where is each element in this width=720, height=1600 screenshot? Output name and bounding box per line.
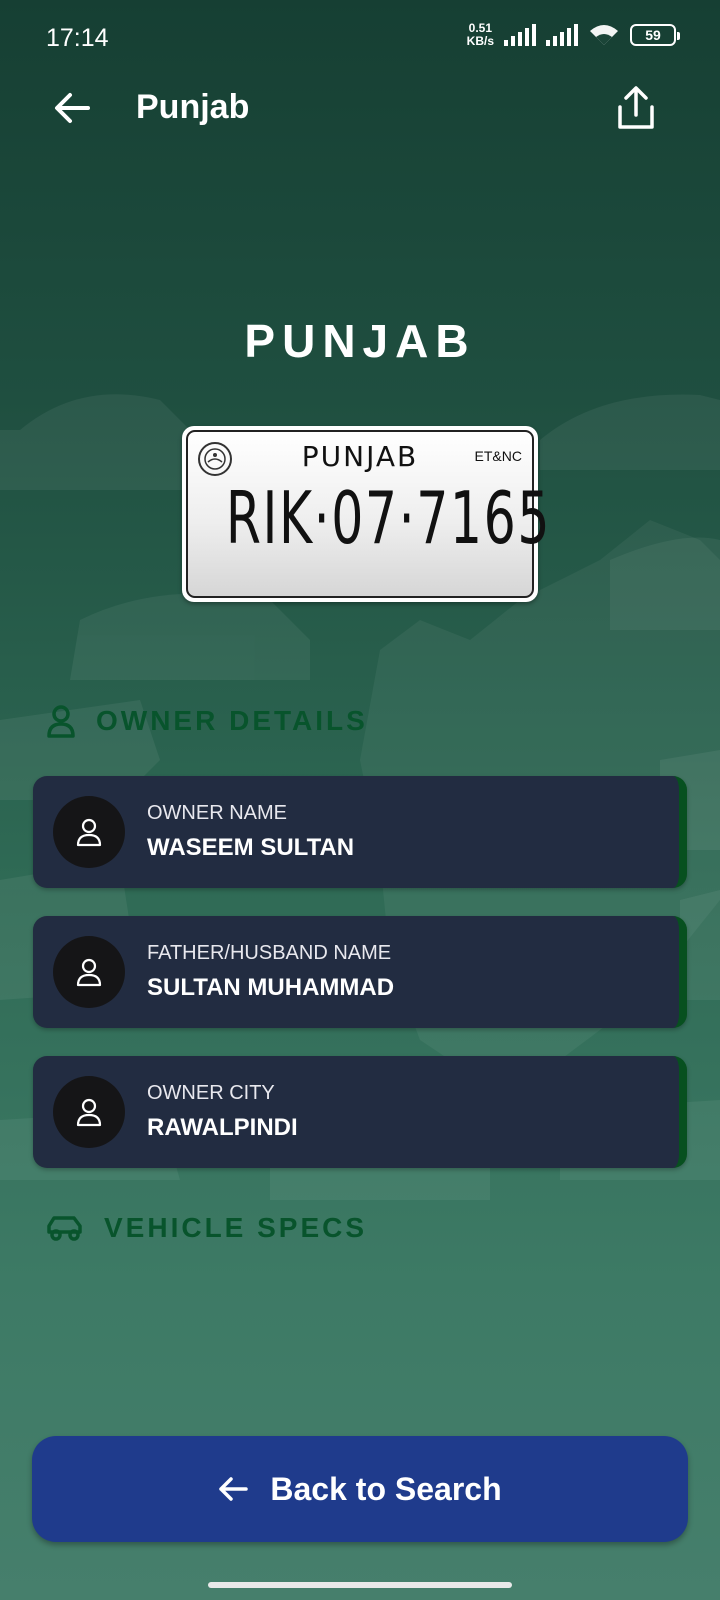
father-husband-name-value: SULTAN MUHAMMAD [147, 974, 395, 1001]
back-button[interactable] [46, 82, 98, 134]
arrow-left-icon [219, 1477, 249, 1501]
owner-name-card: OWNER NAME WASEEM SULTAN [33, 776, 687, 888]
status-bar: 17:14 0.51 KB/s 59 [0, 0, 720, 72]
avatar [53, 936, 125, 1008]
home-indicator[interactable] [208, 1582, 512, 1588]
user-icon [76, 1098, 102, 1127]
province-title: PUNJAB [244, 315, 476, 367]
owner-details-title: OWNER DETAILS [96, 705, 368, 736]
wifi-icon [590, 25, 618, 45]
plate-tag: ET&NC [474, 448, 522, 464]
share-button[interactable] [608, 80, 664, 136]
battery-level: 59 [645, 27, 661, 43]
app-bar: Punjab [0, 72, 720, 148]
avatar [53, 796, 125, 868]
status-icons: 0.51 KB/s 59 [467, 22, 680, 48]
battery-icon: 59 [630, 24, 680, 46]
owner-details-header: OWNER DETAILS [46, 704, 368, 738]
signal-icon-2 [546, 24, 578, 46]
father-husband-name-label: FATHER/HUSBAND NAME [147, 942, 392, 964]
arrow-left-icon [55, 93, 90, 123]
network-speed-unit: KB/s [466, 34, 494, 48]
plate-number: RIK·07·7165 [225, 476, 552, 560]
status-time: 17:14 [46, 24, 109, 52]
car-icon [47, 1216, 82, 1241]
owner-city-label: OWNER CITY [147, 1082, 275, 1104]
network-speed: 0.51 KB/s [467, 22, 494, 48]
owner-name-value: WASEEM SULTAN [147, 834, 355, 861]
owner-city-card: OWNER CITY RAWALPINDI [33, 1056, 687, 1168]
user-icon [47, 705, 75, 738]
user-icon [76, 818, 102, 847]
number-plate-face: PUNJAB ET&NC RIK·07·7165 [186, 430, 552, 598]
share-icon [618, 86, 654, 129]
number-plate: PUNJAB ET&NC RIK·07·7165 [182, 426, 552, 602]
vehicle-specs-header: VEHICLE SPECS [46, 1212, 367, 1244]
user-icon [76, 958, 102, 987]
back-to-search-label: Back to Search [270, 1470, 502, 1507]
signal-icon [504, 24, 536, 46]
page-title: Punjab [136, 88, 250, 126]
vehicle-specs-title: VEHICLE SPECS [104, 1212, 368, 1243]
owner-name-label: OWNER NAME [147, 802, 287, 824]
owner-city-value: RAWALPINDI [147, 1114, 298, 1141]
avatar [53, 1076, 125, 1148]
back-to-search-button[interactable]: Back to Search [32, 1436, 688, 1542]
father-husband-name-card: FATHER/HUSBAND NAME SULTAN MUHAMMAD [33, 916, 687, 1028]
